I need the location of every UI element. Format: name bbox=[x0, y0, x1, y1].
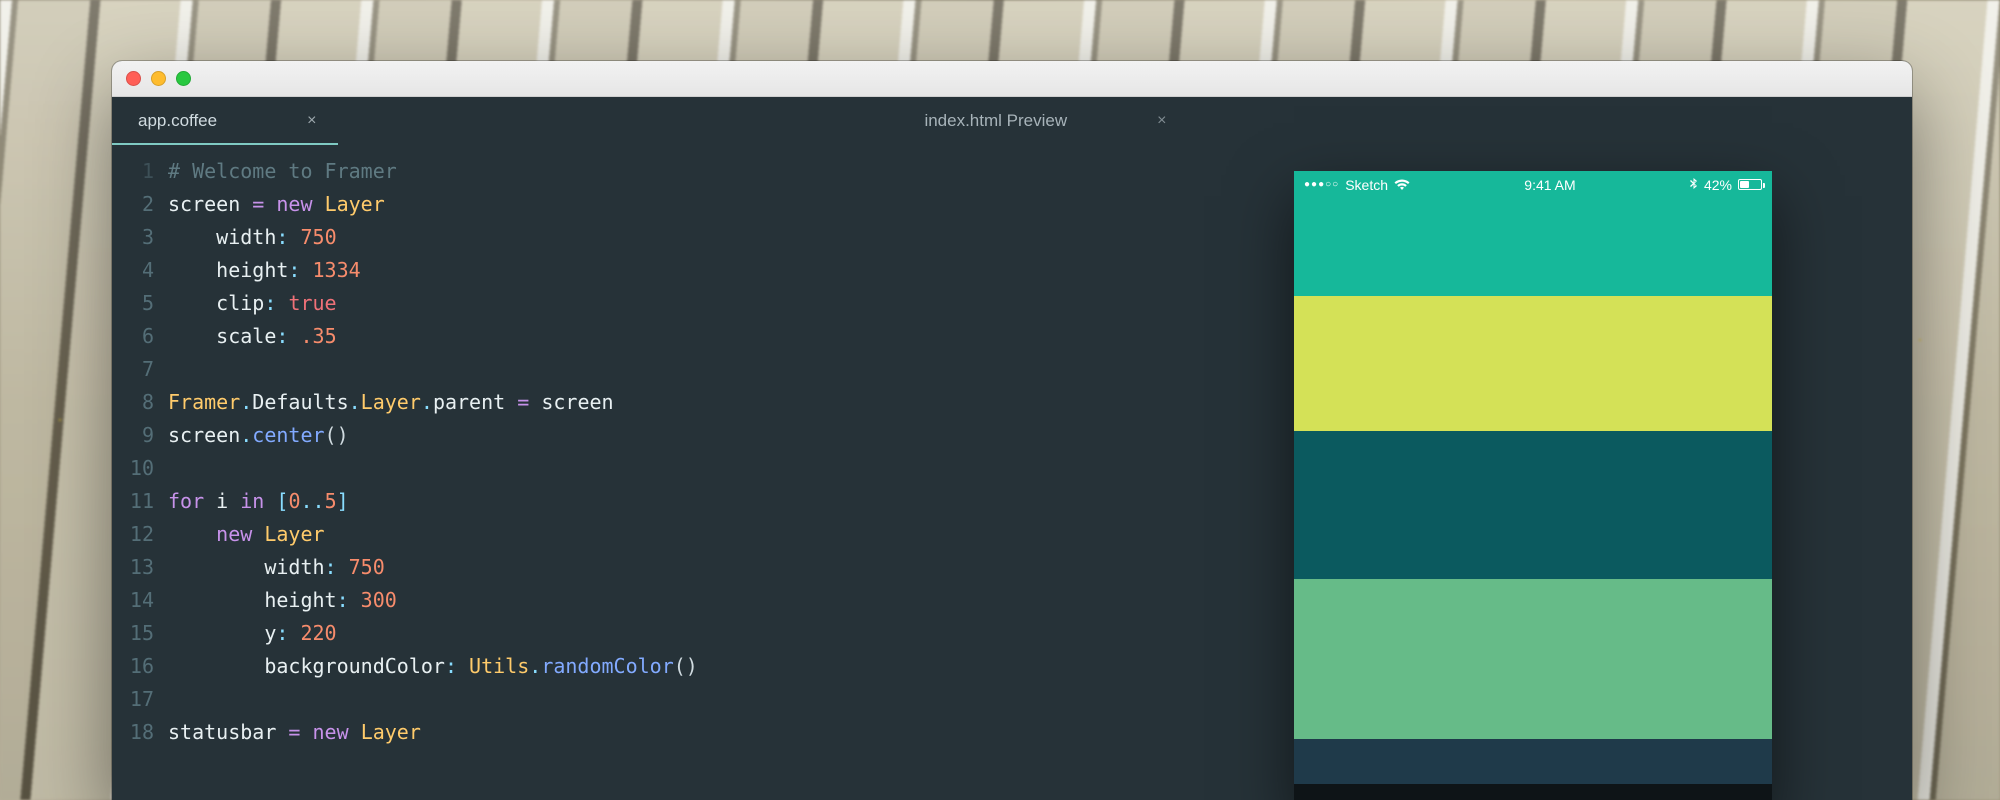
code-line[interactable]: new Layer bbox=[168, 518, 1072, 551]
traffic-light-zoom[interactable] bbox=[176, 71, 191, 86]
line-number: 13 bbox=[112, 551, 154, 584]
line-number: 7 bbox=[112, 353, 154, 386]
code-line[interactable]: # Welcome to Framer bbox=[168, 155, 1072, 188]
tab-label: index.html Preview bbox=[924, 111, 1067, 131]
code-line[interactable]: width: 750 bbox=[168, 221, 1072, 254]
code-line[interactable]: Framer.Defaults.Layer.parent = screen bbox=[168, 386, 1072, 419]
line-number: 5 bbox=[112, 287, 154, 320]
code-line[interactable]: height: 300 bbox=[168, 584, 1072, 617]
line-number: 17 bbox=[112, 683, 154, 716]
code-line[interactable] bbox=[168, 683, 1072, 716]
preview-color-stripe bbox=[1294, 296, 1772, 431]
ios-status-bar: ●●●○○ Sketch 9:41 AM 42% bbox=[1294, 171, 1772, 198]
line-number: 10 bbox=[112, 452, 154, 485]
line-number-gutter: 123456789101112131415161718 bbox=[112, 155, 168, 800]
preview-color-stripe bbox=[1294, 579, 1772, 739]
line-number: 6 bbox=[112, 320, 154, 353]
tab-bar: app.coffee × index.html Preview × bbox=[112, 97, 1912, 145]
window-titlebar[interactable] bbox=[112, 61, 1912, 97]
line-number: 2 bbox=[112, 188, 154, 221]
line-number: 8 bbox=[112, 386, 154, 419]
device-preview: ●●●○○ Sketch 9:41 AM 42% bbox=[1294, 171, 1772, 800]
clock-label: 9:41 AM bbox=[1524, 177, 1575, 193]
close-icon[interactable]: × bbox=[307, 112, 316, 130]
code-line[interactable]: height: 1334 bbox=[168, 254, 1072, 287]
carrier-label: Sketch bbox=[1345, 177, 1388, 193]
line-number: 16 bbox=[112, 650, 154, 683]
tab-spacer bbox=[338, 97, 898, 145]
tab-app-coffee[interactable]: app.coffee × bbox=[112, 97, 338, 145]
line-number: 14 bbox=[112, 584, 154, 617]
code-line[interactable]: scale: .35 bbox=[168, 320, 1072, 353]
code-line[interactable] bbox=[168, 353, 1072, 386]
line-number: 11 bbox=[112, 485, 154, 518]
editor-window: app.coffee × index.html Preview × 123456… bbox=[112, 61, 1912, 800]
traffic-light-minimize[interactable] bbox=[151, 71, 166, 86]
code-editor[interactable]: 123456789101112131415161718 # Welcome to… bbox=[112, 145, 1072, 800]
code-line[interactable]: y: 220 bbox=[168, 617, 1072, 650]
bluetooth-icon bbox=[1690, 178, 1698, 191]
tab-label: app.coffee bbox=[138, 111, 217, 131]
line-number: 15 bbox=[112, 617, 154, 650]
work-area: 123456789101112131415161718 # Welcome to… bbox=[112, 145, 1912, 800]
code-line[interactable]: screen.center() bbox=[168, 419, 1072, 452]
code-line[interactable]: for i in [0..5] bbox=[168, 485, 1072, 518]
preview-color-stripe bbox=[1294, 431, 1772, 579]
line-number: 9 bbox=[112, 419, 154, 452]
close-icon[interactable]: × bbox=[1157, 112, 1166, 130]
line-number: 12 bbox=[112, 518, 154, 551]
code-content[interactable]: # Welcome to Framerscreen = new Layer wi… bbox=[168, 155, 1072, 800]
line-number: 18 bbox=[112, 716, 154, 749]
line-number: 1 bbox=[112, 155, 154, 188]
code-line[interactable]: clip: true bbox=[168, 287, 1072, 320]
tab-index-preview[interactable]: index.html Preview × bbox=[898, 97, 1188, 145]
code-line[interactable]: backgroundColor: Utils.randomColor() bbox=[168, 650, 1072, 683]
preview-pane: ●●●○○ Sketch 9:41 AM 42% bbox=[1072, 145, 1912, 800]
preview-color-stripe bbox=[1294, 739, 1772, 784]
signal-dots-icon: ●●●○○ bbox=[1304, 179, 1339, 190]
preview-color-stripe bbox=[1294, 198, 1772, 296]
battery-pct-label: 42% bbox=[1704, 177, 1732, 193]
line-number: 4 bbox=[112, 254, 154, 287]
battery-icon bbox=[1738, 179, 1762, 190]
code-line[interactable]: screen = new Layer bbox=[168, 188, 1072, 221]
code-line[interactable]: width: 750 bbox=[168, 551, 1072, 584]
traffic-light-close[interactable] bbox=[126, 71, 141, 86]
line-number: 3 bbox=[112, 221, 154, 254]
code-line[interactable] bbox=[168, 452, 1072, 485]
wifi-icon bbox=[1394, 179, 1410, 191]
code-line[interactable]: statusbar = new Layer bbox=[168, 716, 1072, 749]
